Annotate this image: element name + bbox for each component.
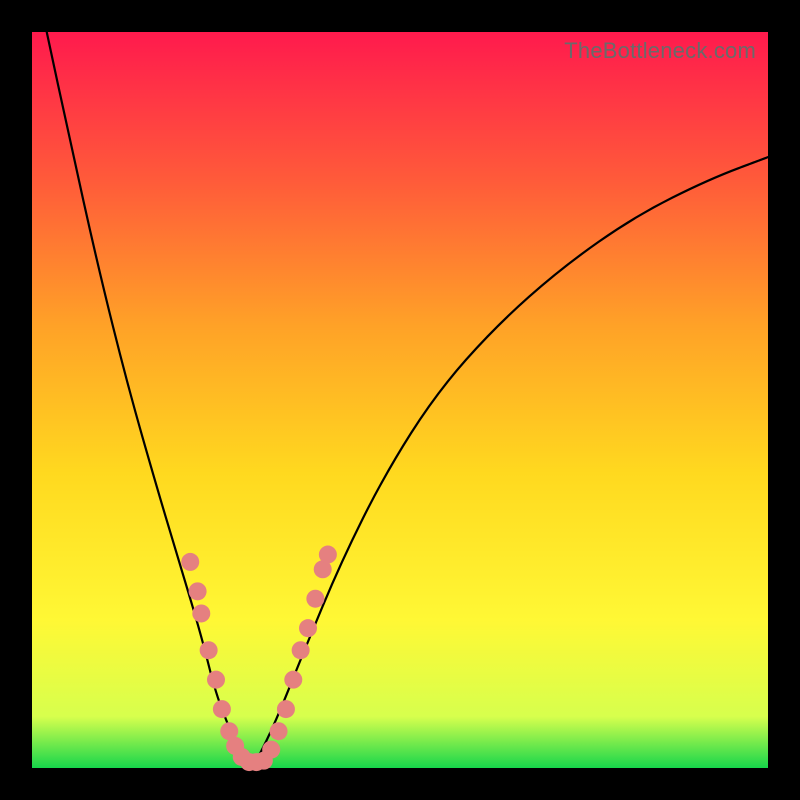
- data-dot: [277, 700, 295, 718]
- data-dot: [213, 700, 231, 718]
- data-dot: [181, 553, 199, 571]
- data-dot: [319, 546, 337, 564]
- data-dot: [292, 641, 310, 659]
- data-dot: [306, 590, 324, 608]
- data-dot: [262, 741, 280, 759]
- data-dot: [192, 604, 210, 622]
- plot-area: TheBottleneck.com: [32, 32, 768, 768]
- left-branch-path: [47, 32, 253, 768]
- data-dot: [284, 671, 302, 689]
- dots-group: [181, 546, 337, 772]
- data-dot: [200, 641, 218, 659]
- data-dot: [189, 582, 207, 600]
- data-dot: [207, 671, 225, 689]
- data-dot: [270, 722, 288, 740]
- chart-svg: [32, 32, 768, 768]
- outer-frame: TheBottleneck.com: [0, 0, 800, 800]
- data-dot: [299, 619, 317, 637]
- curve-group: [47, 32, 768, 768]
- right-branch-path: [253, 157, 768, 768]
